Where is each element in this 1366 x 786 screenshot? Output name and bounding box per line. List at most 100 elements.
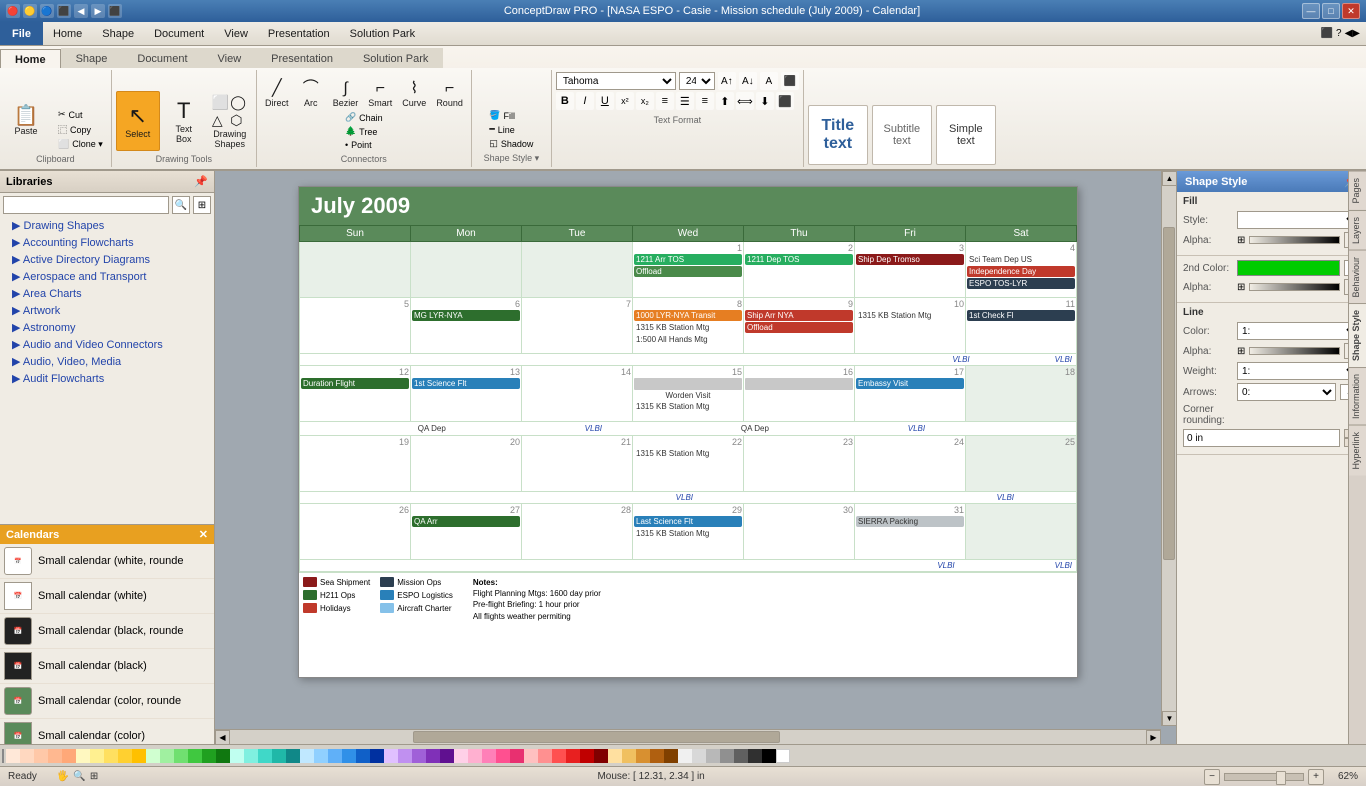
status-icon-hand[interactable]: 🖐 [57,771,69,782]
pal-18[interactable] [244,749,258,763]
second-color-swatch[interactable] [1237,260,1340,276]
italic-btn[interactable]: I [576,92,594,110]
drawing-shapes-btn[interactable]: ⬜◯△⬡ DrawingShapes [208,91,252,151]
status-icon-fit[interactable]: ⊞ [90,771,98,782]
arc-btn[interactable]: ⌒ Arc [295,72,327,110]
fill-btn[interactable]: 🪣 Fill [485,109,537,122]
pal-5[interactable] [62,749,76,763]
lib-item-area-charts[interactable]: ▶ Area Charts [0,285,214,302]
calendars-close-btn[interactable]: ✕ [199,528,208,541]
tab-shape[interactable]: Shape [61,48,123,68]
round-btn[interactable]: ⌐ Round [432,78,467,110]
text-box-btn[interactable]: T TextBox [162,91,206,151]
bold-btn[interactable]: B [556,92,574,110]
win-minimize-btn[interactable]: — [1302,3,1320,19]
pal-19[interactable] [258,749,272,763]
font-size-select[interactable]: 24 [679,72,715,90]
tab-solution-park[interactable]: Solution Park [348,48,443,68]
scroll-thumb-h[interactable] [413,731,779,743]
pal-gray-2[interactable] [692,749,706,763]
pal-33[interactable] [454,749,468,763]
pal-2[interactable] [20,749,34,763]
corner-rounding-input[interactable] [1183,429,1340,447]
menu-file[interactable]: File [0,22,43,45]
underline-btn[interactable]: U [596,92,614,110]
pal-42[interactable] [580,749,594,763]
pal-14[interactable] [188,749,202,763]
pal-black[interactable] [762,749,776,763]
line-weight-select[interactable]: 1: [1237,362,1360,380]
font-shrink-btn[interactable]: A↓ [739,72,757,90]
menu-presentation[interactable]: Presentation [258,22,340,45]
help-btn[interactable]: ? [1336,28,1342,39]
chain-btn[interactable]: 🔗 Chain [341,111,387,124]
pal-white[interactable] [776,749,790,763]
fill-style-select[interactable] [1237,211,1360,229]
pal-23[interactable] [314,749,328,763]
copy-btn[interactable]: ⿸ Copy [54,122,107,137]
pal-46[interactable] [636,749,650,763]
far-tab-layers[interactable]: Layers [1349,210,1366,250]
pal-41[interactable] [566,749,580,763]
pal-3[interactable] [34,749,48,763]
pal-47[interactable] [650,749,664,763]
pal-9[interactable] [118,749,132,763]
second-alpha-slider[interactable] [1249,283,1340,291]
lib-search-btn[interactable]: 🔍 [172,196,190,214]
pal-15[interactable] [202,749,216,763]
pal-1[interactable] [6,749,20,763]
cal-item-small-color[interactable]: 📅 Small calendar (color) [0,719,214,744]
align-middle-btn[interactable]: ⟺ [736,92,754,110]
font-select[interactable]: Tahoma [556,72,676,90]
lib-item-audit-flowcharts[interactable]: ▶ Audit Flowcharts [0,370,214,387]
pal-38[interactable] [524,749,538,763]
pal-48[interactable] [664,749,678,763]
pal-36[interactable] [496,749,510,763]
align-center-btn[interactable]: ☰ [676,92,694,110]
pal-43[interactable] [594,749,608,763]
pal-27[interactable] [370,749,384,763]
pal-17[interactable] [230,749,244,763]
clone-btn[interactable]: ⬜ Clone ▾ [54,138,107,151]
shadow-btn[interactable]: ◱ Shadow [485,137,537,150]
far-tab-behaviour[interactable]: Behaviour [1349,250,1366,304]
scroll-down-btn[interactable]: ▼ [1162,711,1176,726]
pal-30[interactable] [412,749,426,763]
font-color-btn[interactable]: A [760,72,778,90]
far-tab-hyperlink[interactable]: Hyperlink [1349,425,1366,476]
lib-item-accounting[interactable]: ▶ Accounting Flowcharts [0,234,214,251]
align-left-btn[interactable]: ≡ [656,92,674,110]
line-alpha-slider[interactable] [1249,347,1340,355]
scroll-right-btn[interactable]: ▶ [1146,730,1161,745]
pal-gray-6[interactable] [748,749,762,763]
libraries-pin-btn[interactable]: 📌 [194,175,208,188]
font-grow-btn[interactable]: A↑ [718,72,736,90]
cal-item-small-black-rounded[interactable]: 📅 Small calendar (black, rounde [0,614,214,649]
curve-btn[interactable]: ⌇ Curve [398,76,430,110]
zoom-thumb[interactable] [1276,771,1286,785]
menu-view[interactable]: View [214,22,258,45]
line-btn[interactable]: ━ Line [485,123,537,136]
subscript-btn[interactable]: x₂ [636,92,654,110]
pal-gray-3[interactable] [706,749,720,763]
help-btn2[interactable]: ◀▶ [1345,28,1360,39]
expand-format-btn[interactable]: ⬛ [781,72,799,90]
pal-gray-5[interactable] [734,749,748,763]
superscript-btn[interactable]: x² [616,92,634,110]
lib-view-btn[interactable]: ⊞ [193,196,211,214]
pal-21[interactable] [286,749,300,763]
align-top-btn[interactable]: ⬆ [716,92,734,110]
arrows-select[interactable]: 0: [1237,383,1336,401]
canvas-scroll[interactable]: July 2009 Sun Mon Tue Wed Thu Fri [215,171,1161,729]
tab-view[interactable]: View [203,48,257,68]
lib-item-active-directory[interactable]: ▶ Active Directory Diagrams [0,251,214,268]
lib-search-input[interactable] [3,196,169,214]
pal-35[interactable] [482,749,496,763]
menu-solution-park[interactable]: Solution Park [340,22,425,45]
win-close-btn[interactable]: ✕ [1342,3,1360,19]
scroll-thumb-v[interactable] [1163,227,1175,560]
lib-item-audio-video-connectors[interactable]: ▶ Audio and Video Connectors [0,336,214,353]
pal-16[interactable] [216,749,230,763]
align-right-btn[interactable]: ≡ [696,92,714,110]
pal-24[interactable] [328,749,342,763]
